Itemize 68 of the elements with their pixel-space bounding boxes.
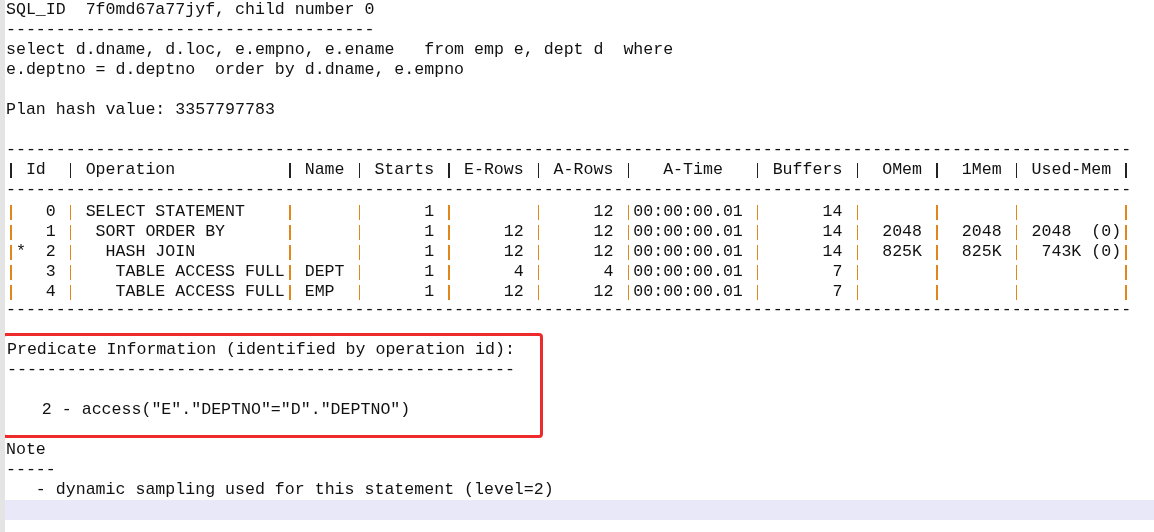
table-cell: 14 xyxy=(822,242,843,261)
section-title: Predicate Information (identified by operation id): xyxy=(7,340,515,359)
section-title: Note xyxy=(6,440,46,459)
column-header: Buffers xyxy=(772,160,843,179)
table-cell: 00:00:00.01 xyxy=(633,242,743,261)
dash-line: ----- xyxy=(6,460,56,479)
table-cell: 1 xyxy=(424,262,435,281)
table-cell: 14 xyxy=(822,202,843,221)
table-cell: 00:00:00.01 xyxy=(633,222,743,241)
table-cell: 2 xyxy=(45,242,56,261)
table-cell: 1 xyxy=(424,242,435,261)
table-cell: SELECT STATEMENT xyxy=(85,202,245,221)
table-cell: 12 xyxy=(593,202,614,221)
predicate-line: 2 - access("E"."DEPTNO"="D"."DEPTNO") xyxy=(41,400,411,419)
plan-hash-line: Plan hash value: 3357797783 xyxy=(6,100,275,119)
column-header: Used-Mem xyxy=(1031,160,1112,179)
sql-statement-line: select d.dname, d.loc, e.empno, e.ename from emp e, dept d where xyxy=(6,40,674,59)
table-cell: 00:00:00.01 xyxy=(633,262,743,281)
table-cell: 4 xyxy=(513,262,524,281)
table-cell: 7 xyxy=(832,262,843,281)
table-cell: 12 xyxy=(593,222,614,241)
sql-statement-line: e.deptno = d.deptno order by d.dname, e.empno xyxy=(6,60,465,79)
dash-line: ----------------------------------------------------------------------------------------------------------------- xyxy=(6,180,1132,199)
table-cell: 12 xyxy=(503,222,524,241)
dash-line: ----------------------------------------------------------------------------------------------------------------- xyxy=(6,300,1132,319)
column-header: Operation xyxy=(85,160,176,179)
table-cell: 7 xyxy=(832,282,843,301)
column-header: E-Rows xyxy=(464,160,524,179)
table-cell: 14 xyxy=(822,222,843,241)
table-cell: 12 xyxy=(593,242,614,261)
table-cell: 743K (0) xyxy=(1041,242,1122,261)
column-header: Name xyxy=(304,160,345,179)
column-header: A-Rows xyxy=(553,160,614,179)
table-cell: 1 xyxy=(424,282,435,301)
table-cell: 12 xyxy=(503,242,524,261)
column-header: Id xyxy=(25,160,46,179)
column-header: A-Time xyxy=(663,160,723,179)
note-line: - dynamic sampling used for this statement (level=2) xyxy=(35,480,554,499)
table-cell: 0 xyxy=(45,202,56,221)
table-cell: 2048 xyxy=(882,222,922,241)
table-cell: 1 xyxy=(424,202,435,221)
sql-id-line: SQL_ID 7f0md67a77jyf, child number 0 xyxy=(6,0,375,19)
dash-line: ----------------------------------------------------------------------------------------------------------------- xyxy=(6,140,1132,159)
table-cell: 2048 (0) xyxy=(1031,222,1122,241)
table-cell: SORT ORDER BY xyxy=(95,222,226,241)
table-cell: TABLE ACCESS FULL xyxy=(115,262,285,281)
table-cell: 1 xyxy=(424,222,435,241)
column-header: 1Mem xyxy=(961,160,1002,179)
table-cell: 825K xyxy=(961,242,1002,261)
predicate-marker: * xyxy=(15,242,26,261)
table-cell: 825K xyxy=(882,242,922,261)
dash-line: ------------------------------------- xyxy=(6,20,375,39)
table-cell: 2048 xyxy=(961,222,1002,241)
table-cell: 1 xyxy=(45,222,56,241)
table-cell: 00:00:00.01 xyxy=(633,282,743,301)
table-cell: 12 xyxy=(503,282,524,301)
table-cell: 4 xyxy=(603,262,614,281)
table-cell: 00:00:00.01 xyxy=(633,202,743,221)
column-header: Starts xyxy=(374,160,435,179)
table-cell: HASH JOIN xyxy=(105,242,196,261)
table-cell: 3 xyxy=(45,262,56,281)
table-cell: DEPT xyxy=(304,262,345,281)
table-cell: TABLE ACCESS FULL xyxy=(115,282,285,301)
dash-line: --------------------------------------------------- xyxy=(7,360,515,379)
table-cell: 4 xyxy=(45,282,56,301)
column-header: OMem xyxy=(882,160,922,179)
table-cell: 12 xyxy=(593,282,614,301)
table-cell: EMP xyxy=(304,282,335,301)
